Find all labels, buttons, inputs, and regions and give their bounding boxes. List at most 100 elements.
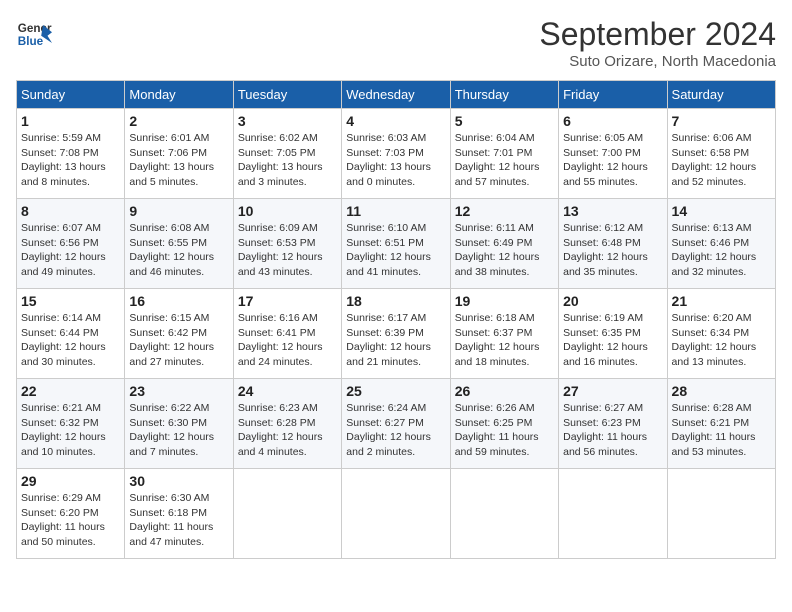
calendar-cell: 24 Sunrise: 6:23 AM Sunset: 6:28 PM Dayli… xyxy=(233,379,341,469)
calendar-cell: 26 Sunrise: 6:26 AM Sunset: 6:25 PM Dayli… xyxy=(450,379,558,469)
calendar-cell: 7 Sunrise: 6:06 AM Sunset: 6:58 PM Daylig… xyxy=(667,109,775,199)
day-number: 27 xyxy=(563,383,662,399)
day-number: 6 xyxy=(563,113,662,129)
calendar-cell: 4 Sunrise: 6:03 AM Sunset: 7:03 PM Daylig… xyxy=(342,109,450,199)
calendar-cell: 21 Sunrise: 6:20 AM Sunset: 6:34 PM Dayli… xyxy=(667,289,775,379)
weekday-header-wednesday: Wednesday xyxy=(342,81,450,109)
calendar-cell: 16 Sunrise: 6:15 AM Sunset: 6:42 PM Dayli… xyxy=(125,289,233,379)
day-detail: Sunrise: 6:13 AM Sunset: 6:46 PM Dayligh… xyxy=(672,221,771,280)
day-detail: Sunrise: 6:02 AM Sunset: 7:05 PM Dayligh… xyxy=(238,131,337,190)
day-detail: Sunrise: 6:18 AM Sunset: 6:37 PM Dayligh… xyxy=(455,311,554,370)
day-number: 16 xyxy=(129,293,228,309)
weekday-header-sunday: Sunday xyxy=(17,81,125,109)
day-detail: Sunrise: 6:14 AM Sunset: 6:44 PM Dayligh… xyxy=(21,311,120,370)
day-number: 28 xyxy=(672,383,771,399)
calendar-cell: 6 Sunrise: 6:05 AM Sunset: 7:00 PM Daylig… xyxy=(559,109,667,199)
weekday-header-monday: Monday xyxy=(125,81,233,109)
calendar-cell: 19 Sunrise: 6:18 AM Sunset: 6:37 PM Dayli… xyxy=(450,289,558,379)
day-number: 22 xyxy=(21,383,120,399)
calendar-cell: 12Sunrise: 6:11 AM Sunset: 6:49 PM Dayli… xyxy=(450,199,558,289)
day-detail: Sunrise: 6:12 AM Sunset: 6:48 PM Dayligh… xyxy=(563,221,662,280)
day-number: 3 xyxy=(238,113,337,129)
day-number: 1 xyxy=(21,113,120,129)
day-number: 15 xyxy=(21,293,120,309)
day-number: 30 xyxy=(129,473,228,489)
day-number: 18 xyxy=(346,293,445,309)
day-detail: Sunrise: 6:05 AM Sunset: 7:00 PM Dayligh… xyxy=(563,131,662,190)
day-number: 29 xyxy=(21,473,120,489)
calendar-cell xyxy=(342,469,450,559)
calendar-cell: 22 Sunrise: 6:21 AM Sunset: 6:32 PM Dayli… xyxy=(17,379,125,469)
day-number: 13 xyxy=(563,203,662,219)
title-block: September 2024 Suto Orizare, North Maced… xyxy=(539,16,776,70)
day-detail: Sunrise: 6:11 AM Sunset: 6:49 PM Dayligh… xyxy=(455,221,554,280)
day-detail: Sunrise: 6:27 AM Sunset: 6:23 PM Dayligh… xyxy=(563,401,662,460)
calendar-cell xyxy=(667,469,775,559)
day-detail: Sunrise: 6:10 AM Sunset: 6:51 PM Dayligh… xyxy=(346,221,445,280)
logo: General Blue xyxy=(16,16,52,52)
day-detail: Sunrise: 6:20 AM Sunset: 6:34 PM Dayligh… xyxy=(672,311,771,370)
day-number: 8 xyxy=(21,203,120,219)
day-number: 11 xyxy=(346,203,445,219)
month-title: September 2024 xyxy=(539,16,776,53)
day-number: 2 xyxy=(129,113,228,129)
calendar-cell: 8 Sunrise: 6:07 AM Sunset: 6:56 PM Daylig… xyxy=(17,199,125,289)
calendar-cell: 29 Sunrise: 6:29 AM Sunset: 6:20 PM Dayli… xyxy=(17,469,125,559)
day-number: 14 xyxy=(672,203,771,219)
calendar-table: SundayMondayTuesdayWednesdayThursdayFrid… xyxy=(16,80,776,559)
day-number: 20 xyxy=(563,293,662,309)
day-number: 23 xyxy=(129,383,228,399)
calendar-cell: 13 Sunrise: 6:12 AM Sunset: 6:48 PM Dayli… xyxy=(559,199,667,289)
location-subtitle: Suto Orizare, North Macedonia xyxy=(539,53,776,70)
day-detail: Sunrise: 6:09 AM Sunset: 6:53 PM Dayligh… xyxy=(238,221,337,280)
weekday-header-friday: Friday xyxy=(559,81,667,109)
day-detail: Sunrise: 5:59 AM Sunset: 7:08 PM Dayligh… xyxy=(21,131,120,190)
calendar-cell xyxy=(559,469,667,559)
calendar-cell: 30 Sunrise: 6:30 AM Sunset: 6:18 PM Dayli… xyxy=(125,469,233,559)
calendar-cell: 20 Sunrise: 6:19 AM Sunset: 6:35 PM Dayli… xyxy=(559,289,667,379)
calendar-cell: 2 Sunrise: 6:01 AM Sunset: 7:06 PM Daylig… xyxy=(125,109,233,199)
day-detail: Sunrise: 6:23 AM Sunset: 6:28 PM Dayligh… xyxy=(238,401,337,460)
day-detail: Sunrise: 6:28 AM Sunset: 6:21 PM Dayligh… xyxy=(672,401,771,460)
calendar-cell: 15 Sunrise: 6:14 AM Sunset: 6:44 PM Dayli… xyxy=(17,289,125,379)
svg-text:Blue: Blue xyxy=(18,35,44,48)
page-header: General Blue September 2024 Suto Orizare… xyxy=(16,16,776,70)
day-number: 9 xyxy=(129,203,228,219)
calendar-cell: 14 Sunrise: 6:13 AM Sunset: 6:46 PM Dayli… xyxy=(667,199,775,289)
calendar-cell xyxy=(233,469,341,559)
day-number: 21 xyxy=(672,293,771,309)
day-detail: Sunrise: 6:07 AM Sunset: 6:56 PM Dayligh… xyxy=(21,221,120,280)
calendar-cell: 9Sunrise: 6:08 AM Sunset: 6:55 PM Daylig… xyxy=(125,199,233,289)
day-number: 7 xyxy=(672,113,771,129)
day-detail: Sunrise: 6:29 AM Sunset: 6:20 PM Dayligh… xyxy=(21,491,120,550)
day-number: 10 xyxy=(238,203,337,219)
day-detail: Sunrise: 6:24 AM Sunset: 6:27 PM Dayligh… xyxy=(346,401,445,460)
day-detail: Sunrise: 6:01 AM Sunset: 7:06 PM Dayligh… xyxy=(129,131,228,190)
day-number: 4 xyxy=(346,113,445,129)
day-number: 5 xyxy=(455,113,554,129)
day-detail: Sunrise: 6:04 AM Sunset: 7:01 PM Dayligh… xyxy=(455,131,554,190)
day-detail: Sunrise: 6:03 AM Sunset: 7:03 PM Dayligh… xyxy=(346,131,445,190)
calendar-cell: 11 Sunrise: 6:10 AM Sunset: 6:51 PM Dayli… xyxy=(342,199,450,289)
day-detail: Sunrise: 6:21 AM Sunset: 6:32 PM Dayligh… xyxy=(21,401,120,460)
day-detail: Sunrise: 6:06 AM Sunset: 6:58 PM Dayligh… xyxy=(672,131,771,190)
day-number: 26 xyxy=(455,383,554,399)
day-detail: Sunrise: 6:15 AM Sunset: 6:42 PM Dayligh… xyxy=(129,311,228,370)
day-detail: Sunrise: 6:16 AM Sunset: 6:41 PM Dayligh… xyxy=(238,311,337,370)
day-number: 25 xyxy=(346,383,445,399)
calendar-cell xyxy=(450,469,558,559)
logo-icon: General Blue xyxy=(16,16,52,52)
calendar-cell: 23 Sunrise: 6:22 AM Sunset: 6:30 PM Dayli… xyxy=(125,379,233,469)
day-number: 19 xyxy=(455,293,554,309)
weekday-header-tuesday: Tuesday xyxy=(233,81,341,109)
day-number: 17 xyxy=(238,293,337,309)
day-detail: Sunrise: 6:26 AM Sunset: 6:25 PM Dayligh… xyxy=(455,401,554,460)
day-detail: Sunrise: 6:22 AM Sunset: 6:30 PM Dayligh… xyxy=(129,401,228,460)
calendar-cell: 28 Sunrise: 6:28 AM Sunset: 6:21 PM Dayli… xyxy=(667,379,775,469)
day-number: 24 xyxy=(238,383,337,399)
calendar-cell: 18Sunrise: 6:17 AM Sunset: 6:39 PM Dayli… xyxy=(342,289,450,379)
calendar-cell: 10 Sunrise: 6:09 AM Sunset: 6:53 PM Dayli… xyxy=(233,199,341,289)
day-detail: Sunrise: 6:19 AM Sunset: 6:35 PM Dayligh… xyxy=(563,311,662,370)
calendar-cell: 25 Sunrise: 6:24 AM Sunset: 6:27 PM Dayli… xyxy=(342,379,450,469)
day-detail: Sunrise: 6:30 AM Sunset: 6:18 PM Dayligh… xyxy=(129,491,228,550)
